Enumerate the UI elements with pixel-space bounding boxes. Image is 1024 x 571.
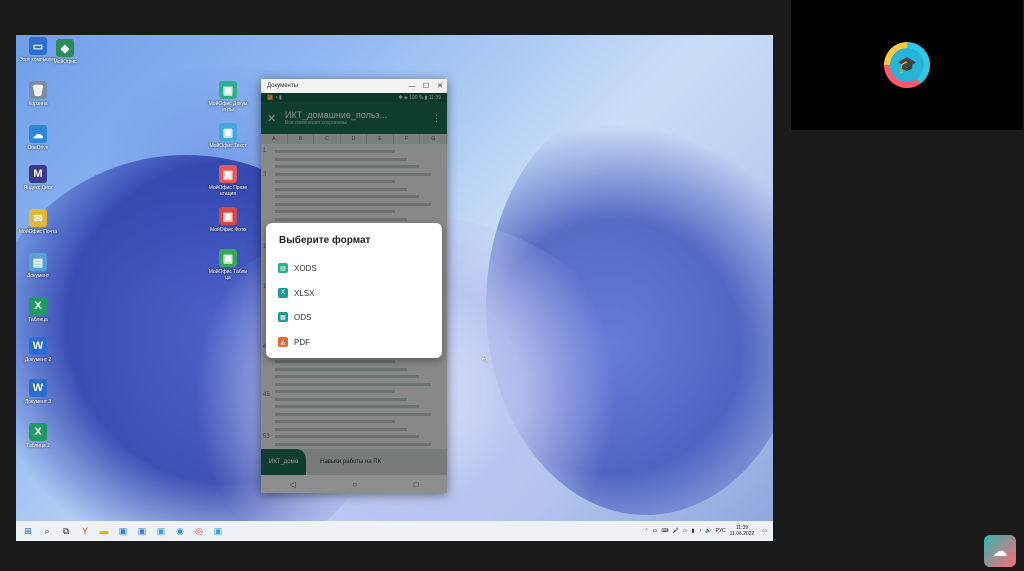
app-icon: X — [29, 423, 47, 441]
windows-taskbar: ⊞ ⌕ ⧉ Y ▬ ▣ ▣ ▣ ◉ ◎ ▣ ⌃ ▭ ⌨ 🎤 ▭ ▮ ◔ 🔊 РУС 11:39 11.06.202… — [16, 521, 773, 541]
tray-icon[interactable]: ⌃ — [644, 528, 648, 534]
graduation-cap-icon: 🎓 — [890, 48, 924, 82]
cloud-logo-icon: ☁ — [984, 535, 1016, 567]
taskbar-app-icon[interactable]: ◉ — [172, 523, 188, 539]
desktop-icon[interactable]: X Таблица 2 — [18, 423, 58, 449]
desktop-icon-label: Документ — [26, 273, 50, 279]
format-dialog: Выберите формат ▤ XODS X XLSX ▦ ODS ◭ PDF — [266, 223, 442, 358]
format-label: PDF — [294, 337, 310, 347]
app-icon: ▣ — [219, 81, 237, 99]
app-icon: ▣ — [219, 207, 237, 225]
app-icon: M — [29, 165, 47, 183]
desktop-icon-label: МойОфис Презентация — [208, 185, 248, 197]
desktop-icon-label: МойОфис — [53, 59, 77, 65]
desktop-icon-label: МойОфис Почта — [18, 229, 58, 235]
maximize-button[interactable]: ☐ — [419, 79, 433, 93]
desktop-icon-label: МойОфис Фото — [210, 227, 246, 233]
file-format-icon: ▤ — [278, 263, 288, 273]
format-label: XODS — [294, 263, 317, 273]
app-icon: X — [29, 297, 47, 315]
clock[interactable]: 11:39 11.06.2022 — [730, 525, 755, 537]
mouse-cursor-icon: ↖ — [481, 355, 489, 365]
tray-icon[interactable]: ▭ — [683, 528, 688, 534]
tray-icon[interactable]: ⌨ — [661, 528, 668, 534]
desktop-icon-label: Документ 3 — [24, 399, 52, 405]
taskbar-app-icon[interactable]: ⊞ — [20, 523, 36, 539]
desktop-icon-label: МойОфис Текст — [209, 143, 247, 149]
desktop-icon-label: Корзина — [28, 101, 48, 107]
dialog-title: Выберите формат — [279, 235, 371, 246]
app-icon: 🗑 — [29, 81, 47, 99]
desktop-icon[interactable]: 🗑 Корзина — [18, 81, 58, 107]
desktop-icon-label: МойОфис Документы — [208, 101, 248, 113]
system-tray: ⌃ ▭ ⌨ 🎤 ▭ ▮ ◔ 🔊 РУС 11:39 11.06.2022 ▭ — [640, 525, 773, 537]
tray-icon[interactable]: 🔊 — [705, 528, 711, 534]
app-icon: W — [29, 379, 47, 397]
desktop-icon[interactable]: X Таблица — [18, 297, 58, 323]
desktop-icon-myoffice[interactable]: ◆ МойОфис — [45, 39, 85, 65]
file-format-icon: ▦ — [278, 312, 288, 322]
format-option-xods[interactable]: ▤ XODS — [278, 260, 317, 276]
desktop-icon[interactable]: W Документ 3 — [18, 379, 58, 405]
desktop-icon[interactable]: ▣ МойОфис Текст — [208, 123, 248, 149]
window-title: Документы — [267, 83, 298, 89]
app-icon: ☁ — [29, 125, 47, 143]
desktop-icon-label: Яндекс Диск — [23, 185, 53, 191]
window-titlebar[interactable]: Документы — ☐ ✕ — [261, 79, 447, 93]
taskbar-app-icon[interactable]: ▣ — [134, 523, 150, 539]
app-icon: ◆ — [56, 39, 74, 57]
desktop-icon[interactable]: ✉ МойОфис Почта — [18, 209, 58, 235]
tray-icon[interactable]: ◔ — [698, 528, 701, 534]
tray-icon[interactable]: 🎤 — [673, 528, 679, 534]
app-icon: ✉ — [29, 209, 47, 227]
taskbar-app-icon[interactable]: ▣ — [153, 523, 169, 539]
file-format-icon: ◭ — [278, 337, 288, 347]
format-label: XLSX — [294, 288, 315, 298]
app-icon: ▤ — [29, 253, 47, 271]
desktop-icon[interactable]: ▣ МойОфис Документы — [208, 81, 248, 113]
language-indicator[interactable]: РУС — [716, 528, 726, 534]
format-option-xlsx[interactable]: X XLSX — [278, 285, 314, 301]
tray-icon[interactable]: ▮ — [692, 528, 695, 534]
tray-icon[interactable]: ▭ — [653, 528, 658, 534]
desktop-icon[interactable]: M Яндекс Диск — [18, 165, 58, 191]
minimize-button[interactable]: — — [405, 79, 419, 93]
desktop-icon-label: Таблица 2 — [26, 443, 50, 449]
taskbar-app-icon[interactable]: ⌕ — [39, 523, 55, 539]
file-format-icon: X — [278, 288, 288, 298]
taskbar-app-icon[interactable]: Y — [77, 523, 93, 539]
format-label: ODS — [294, 312, 312, 322]
desktop-icon-label: OneDrive — [27, 145, 49, 151]
close-window-button[interactable]: ✕ — [433, 79, 447, 93]
taskbar-app-icon[interactable]: ▣ — [210, 523, 226, 539]
desktop-icon[interactable]: ▤ Документ — [18, 253, 58, 279]
notification-icon[interactable]: ▭ — [762, 528, 767, 534]
desktop-icon[interactable]: ▣ МойОфис Фото — [208, 207, 248, 233]
format-option-ods[interactable]: ▦ ODS — [278, 309, 311, 325]
app-icon: ▣ — [219, 165, 237, 183]
app-icon: ▣ — [219, 123, 237, 141]
desktop-icon[interactable]: ▣ МойОфис Таблица — [208, 249, 248, 281]
desktop-icon-label: Документ 2 — [24, 357, 52, 363]
app-icon: W — [29, 337, 47, 355]
desktop-icon[interactable]: ☁ OneDrive — [18, 125, 58, 151]
taskbar-app-icon[interactable]: ▣ — [115, 523, 131, 539]
graduation-logo-icon: 🎓 — [884, 42, 930, 88]
taskbar-app-icon[interactable]: ▬ — [96, 523, 112, 539]
clock-date: 11.06.2022 — [729, 531, 755, 537]
taskbar-app-icon[interactable]: ⧉ — [58, 523, 74, 539]
desktop-icon[interactable]: W Документ 2 — [18, 337, 58, 363]
taskbar-app-icon[interactable]: ◎ — [191, 523, 207, 539]
format-option-pdf[interactable]: ◭ PDF — [278, 334, 310, 350]
desktop-icon-label: МойОфис Таблица — [208, 269, 248, 281]
desktop-icon[interactable]: ▣ МойОфис Презентация — [208, 165, 248, 197]
desktop-icon-label: Таблица — [28, 317, 48, 323]
app-icon: ▣ — [219, 249, 237, 267]
screen-share-stage: ▭ Этот компьютер 🗑 Корзина ☁ OneDrive M Яндекс … — [0, 0, 1024, 571]
